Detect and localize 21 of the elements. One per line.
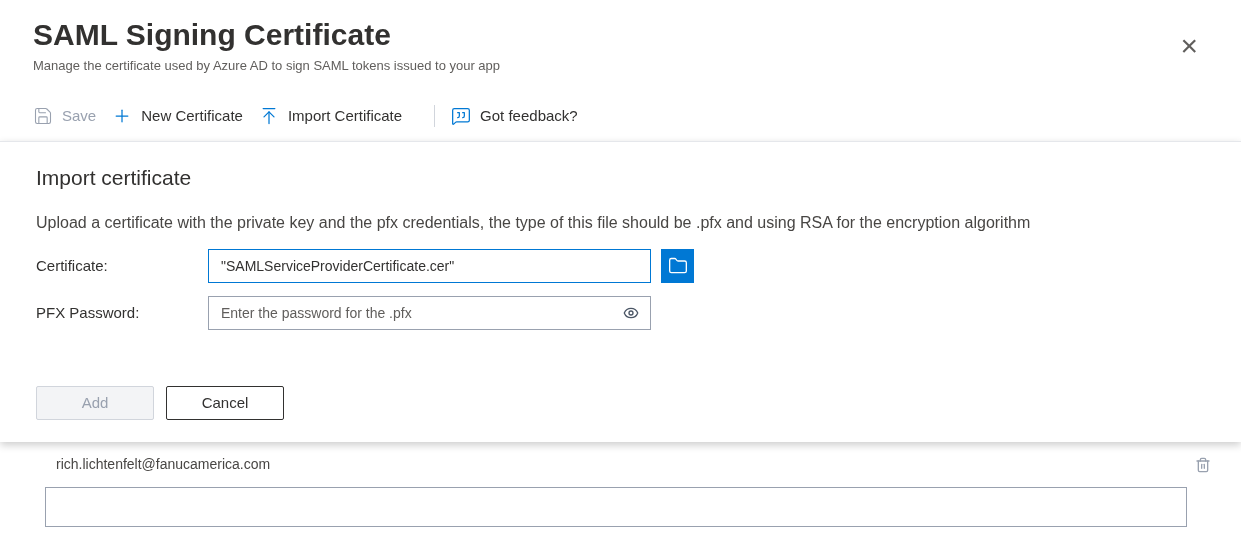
browse-button[interactable] [661,249,694,283]
page-subtitle: Manage the certificate used by Azure AD to sign SAML tokens issued to your app [33,57,501,75]
page-title: SAML Signing Certificate [33,17,392,53]
feedback-icon [451,105,472,126]
password-label: PFX Password: [36,302,141,323]
toolbar-button[interactable]: New Certificate [112,104,243,127]
cancel-button[interactable]: Cancel [166,386,284,420]
close-button[interactable]: × [1180,28,1198,64]
folder-icon [667,256,688,276]
panel-title: Import certificate [36,165,193,191]
reveal-password-icon[interactable] [623,305,639,321]
email-input-field[interactable] [45,487,1187,527]
panel-description: Upload a certificate with the private key and the pfx credentials, the type of this file should be .pfx and using RSA for the encryption algorithm [36,213,1032,233]
email-address: rich.lichtenfelt@fanucamerica.com [56,455,271,474]
certificate-field[interactable]: "SAMLServiceProviderCertificate.cer" [208,249,651,283]
password-field[interactable]: Enter the password for the .pfx [208,296,651,330]
certificate-label: Certificate: [36,255,109,276]
toolbar-button[interactable]: Import Certificate [258,104,403,127]
save-icon [33,105,53,126]
delete-icon[interactable] [1195,456,1211,473]
toolbar-button[interactable]: Got feedback? [451,104,578,127]
